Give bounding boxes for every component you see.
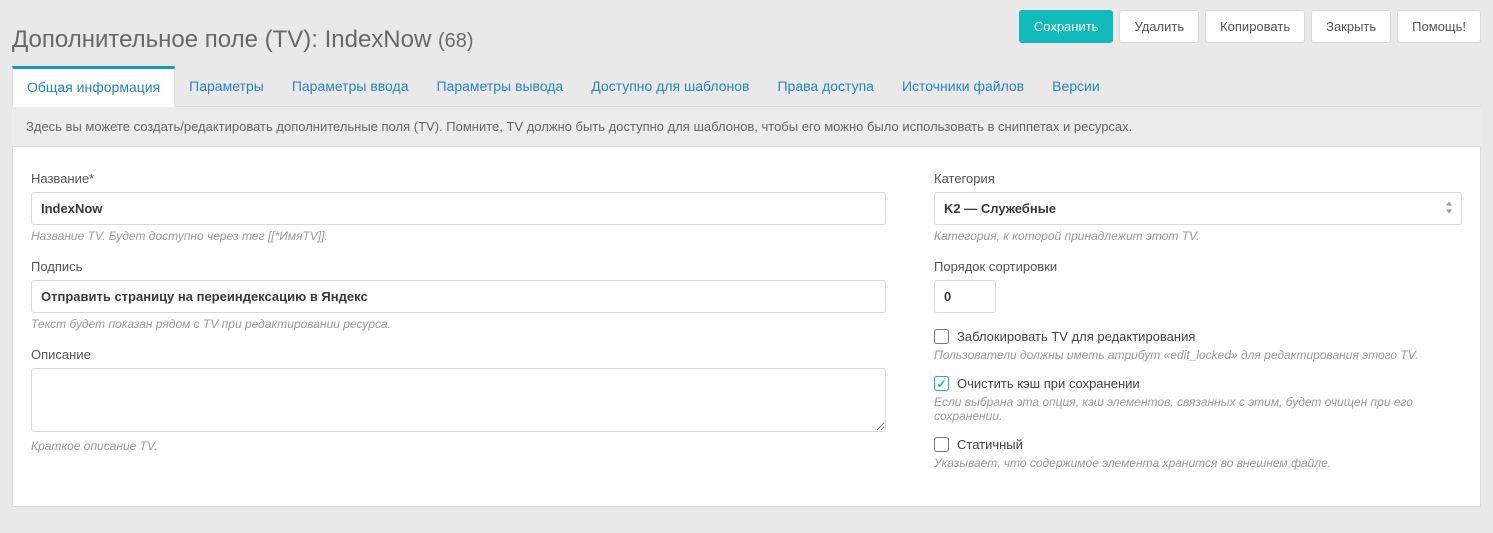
category-select[interactable]: K2 — Служебные: [934, 192, 1462, 225]
tab-sources[interactable]: Источники файлов: [888, 66, 1038, 106]
sort-label: Порядок сортировки: [934, 259, 1462, 274]
caption-input[interactable]: [31, 280, 886, 313]
close-button[interactable]: Закрыть: [1311, 10, 1391, 43]
form-panel: Название* Название TV. Будет доступно че…: [12, 147, 1481, 507]
tab-access[interactable]: Права доступа: [763, 66, 887, 106]
page-title: Дополнительное поле (TV): IndexNow (68): [12, 10, 474, 54]
tab-general[interactable]: Общая информация: [12, 66, 175, 107]
title-id: (68): [438, 30, 474, 52]
sort-input[interactable]: [934, 280, 996, 313]
caption-label: Подпись: [31, 259, 886, 274]
clear-cache-checkbox[interactable]: [934, 376, 949, 391]
desc-label: Описание: [31, 347, 886, 362]
delete-button[interactable]: Удалить: [1119, 10, 1199, 43]
category-value: K2 — Служебные: [944, 201, 1056, 216]
name-label: Название*: [31, 171, 886, 186]
lock-checkbox[interactable]: [934, 329, 949, 344]
tab-params[interactable]: Параметры: [175, 66, 278, 106]
desc-textarea[interactable]: [31, 368, 886, 432]
tab-output-params[interactable]: Параметры вывода: [422, 66, 577, 106]
tab-versions[interactable]: Версии: [1038, 66, 1114, 106]
title-name: IndexNow: [325, 26, 432, 53]
static-help: Указывает, что содержимое элемента храни…: [934, 456, 1462, 470]
category-help: Категория, к которой принадлежит этот TV…: [934, 229, 1462, 243]
clear-cache-help: Если выбрана эта опция, кэш элементов, с…: [934, 395, 1462, 423]
tabs: Общая информация Параметры Параметры вво…: [0, 54, 1493, 106]
title-prefix: Дополнительное поле (TV):: [12, 26, 325, 53]
help-button[interactable]: Помощь!: [1397, 10, 1481, 43]
desc-help: Краткое описание TV.: [31, 439, 886, 453]
save-button[interactable]: Сохранить: [1019, 10, 1114, 43]
chevron-updown-icon: [1445, 201, 1453, 216]
lock-label[interactable]: Заблокировать TV для редактирования: [957, 329, 1195, 344]
name-help: Название TV. Будет доступно через тег [[…: [31, 229, 886, 243]
static-checkbox[interactable]: [934, 437, 949, 452]
tab-input-params[interactable]: Параметры ввода: [278, 66, 423, 106]
description-bar: Здесь вы можете создать/редактировать до…: [12, 106, 1481, 147]
copy-button[interactable]: Копировать: [1205, 10, 1305, 43]
lock-help: Пользователи должны иметь атрибут «edit_…: [934, 348, 1462, 362]
toolbar: Сохранить Удалить Копировать Закрыть Пом…: [1019, 10, 1481, 43]
caption-help: Текст будет показан рядом с TV при редак…: [31, 317, 886, 331]
clear-cache-label[interactable]: Очистить кэш при сохранении: [957, 376, 1140, 391]
tab-templates[interactable]: Доступно для шаблонов: [577, 66, 763, 106]
name-input[interactable]: [31, 192, 886, 225]
static-label[interactable]: Статичный: [957, 437, 1023, 452]
category-label: Категория: [934, 171, 1462, 186]
